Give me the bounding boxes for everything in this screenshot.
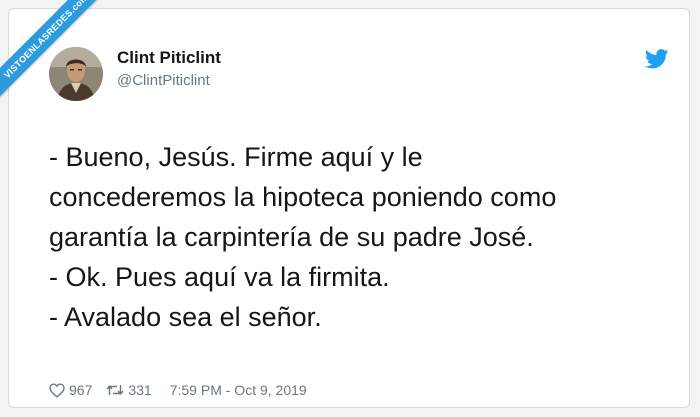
tweet-line: - Ok. Pues aquí va la firmita. (49, 262, 390, 292)
retweet-icon (106, 385, 124, 395)
retweet-action[interactable]: 331 (106, 382, 169, 398)
tweet-text: - Bueno, Jesús. Firme aquí y le conceder… (49, 137, 689, 337)
like-action[interactable]: 967 (49, 382, 106, 398)
tweet-timestamp[interactable]: 7:59 PM - Oct 9, 2019 (170, 382, 307, 398)
tweet-line: garantía la carpintería de su padre José… (49, 222, 534, 252)
author-handle[interactable]: @ClintPiticlint (117, 72, 210, 89)
twitter-bird-icon[interactable] (644, 49, 669, 69)
tweet-line: concederemos la hipoteca poniendo como (49, 182, 557, 212)
tweet-footer: 967 331 7:59 PM - Oct 9, 2019 (49, 381, 307, 399)
author-avatar[interactable] (49, 47, 103, 101)
tweet-line: - Bueno, Jesús. Firme aquí y le (49, 142, 423, 172)
tweet-line: - Avalado sea el señor. (49, 302, 322, 332)
heart-icon (49, 382, 65, 398)
like-count: 967 (69, 382, 93, 398)
tweet-card: Clint Piticlint @ClintPiticlint - Bueno,… (8, 8, 690, 408)
page: Clint Piticlint @ClintPiticlint - Bueno,… (0, 0, 700, 417)
retweet-count: 331 (128, 382, 152, 398)
author-name[interactable]: Clint Piticlint (117, 48, 221, 68)
avatar-portrait (49, 47, 103, 101)
